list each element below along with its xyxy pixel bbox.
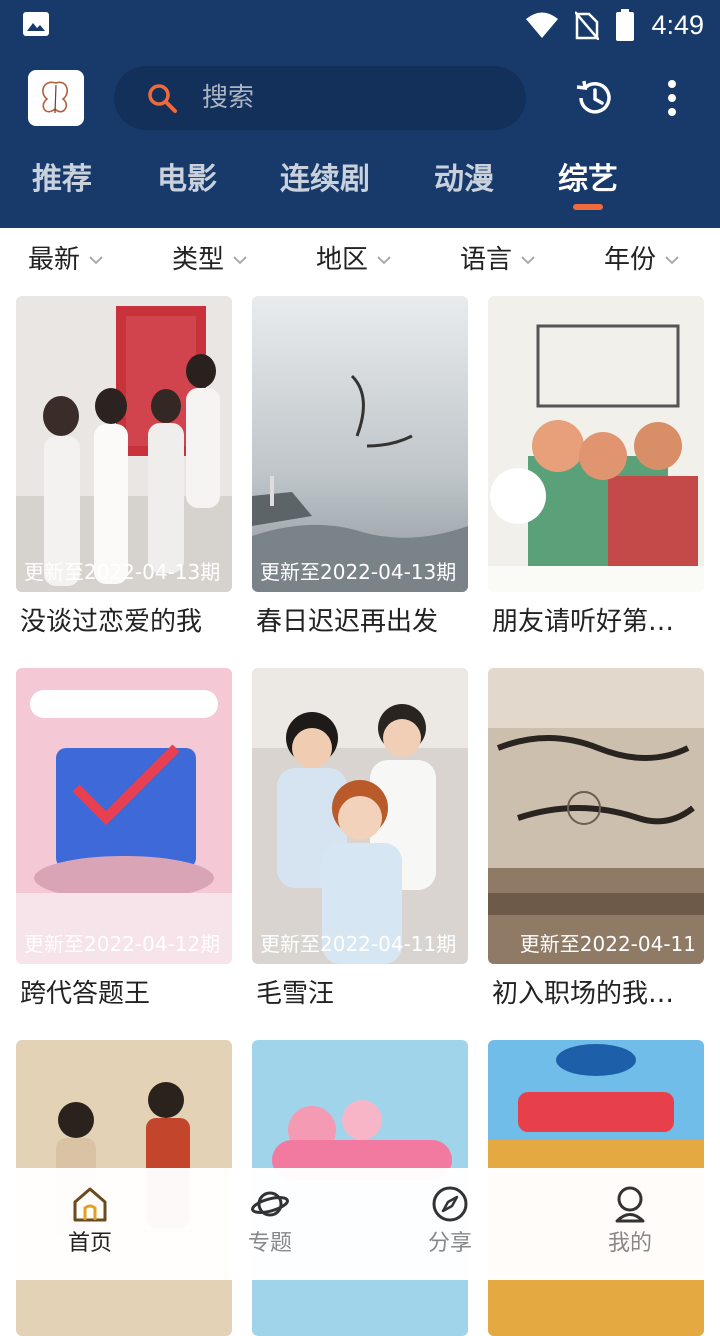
app-logo[interactable]: [28, 70, 84, 126]
poster-image: [488, 296, 704, 592]
search-icon: [148, 84, 177, 113]
nav-label: 我的: [607, 1231, 652, 1256]
search-bar[interactable]: 搜索: [114, 66, 526, 130]
app-header: 4:49 搜索 推荐 电影 连续剧 动漫 综艺: [0, 0, 720, 228]
filter-label: 类型: [172, 245, 225, 275]
show-card[interactable]: 更新至2022-04-12期 跨代答题王: [16, 668, 232, 1014]
chevron-down-icon: [233, 256, 247, 265]
filter-region[interactable]: 地区: [316, 242, 392, 278]
tab-series[interactable]: 连续剧: [280, 160, 370, 200]
bottom-navigation: 首页 专题 分享 我的: [0, 1168, 720, 1280]
nav-label: 分享: [427, 1231, 472, 1256]
butterfly-logo-icon: [42, 81, 68, 114]
show-poster[interactable]: [488, 296, 704, 592]
nav-home[interactable]: 首页: [30, 1184, 150, 1258]
planet-icon: [251, 1191, 289, 1217]
show-card[interactable]: 更新至2022-04-11期 毛雪汪: [252, 668, 468, 1014]
show-title: 春日迟迟再出发: [256, 607, 439, 637]
poster-image: [488, 668, 704, 964]
poster-image: [16, 296, 232, 592]
chevron-down-icon: [665, 256, 679, 265]
tab-variety[interactable]: 综艺: [558, 160, 618, 200]
chevron-down-icon: [377, 256, 391, 265]
poster-image: [252, 296, 468, 592]
show-poster[interactable]: 更新至2022-04-13期: [252, 296, 468, 592]
show-title: 朋友请听好第…: [492, 607, 675, 637]
poster-image: [16, 668, 232, 964]
category-tabs: 推荐 电影 连续剧 动漫 综艺: [0, 150, 720, 220]
show-poster[interactable]: 更新至2022-04-11: [488, 668, 704, 964]
show-title: 毛雪汪: [256, 979, 335, 1009]
filter-label: 地区: [316, 245, 369, 275]
profile-icon: [615, 1186, 645, 1223]
nav-share[interactable]: 分享: [390, 1184, 510, 1258]
update-badge: 更新至2022-04-12期: [24, 932, 221, 956]
filter-label: 年份: [604, 245, 657, 275]
tab-recommend[interactable]: 推荐: [32, 160, 92, 200]
show-card[interactable]: 更新至2022-04-11 初入职场的我…: [488, 668, 704, 1014]
update-badge: 更新至2022-04-13期: [260, 560, 457, 584]
show-card[interactable]: 更新至2022-04-13期 没谈过恋爱的我: [16, 296, 232, 642]
history-icon[interactable]: [574, 78, 614, 118]
show-poster[interactable]: 更新至2022-04-13期: [16, 296, 232, 592]
nav-topics[interactable]: 专题: [210, 1184, 330, 1258]
show-poster[interactable]: 更新至2022-04-11期: [252, 668, 468, 964]
show-card[interactable]: 朋友请听好第…: [488, 296, 704, 642]
show-title: 没谈过恋爱的我: [20, 607, 203, 637]
nav-label: 专题: [247, 1231, 292, 1256]
wifi-icon: [526, 12, 559, 38]
filter-language[interactable]: 语言: [460, 242, 536, 278]
image-notification-icon: [23, 12, 49, 36]
tab-anime[interactable]: 动漫: [434, 160, 494, 200]
show-card[interactable]: 更新至2022-04-13期 春日迟迟再出发: [252, 296, 468, 642]
more-options-icon[interactable]: [660, 78, 684, 118]
chevron-down-icon: [521, 256, 535, 265]
status-bar: 4:49: [0, 0, 720, 50]
search-placeholder: 搜索: [202, 83, 255, 113]
show-title: 跨代答题王: [20, 979, 151, 1009]
filter-bar: 最新 类型 地区 语言 年份: [0, 232, 720, 288]
compass-icon: [432, 1186, 468, 1222]
no-sim-icon: [575, 11, 600, 40]
poster-image: [252, 668, 468, 964]
battery-icon: [616, 9, 635, 41]
filter-type[interactable]: 类型: [172, 242, 248, 278]
filter-label: 语言: [460, 245, 513, 275]
nav-profile[interactable]: 我的: [570, 1184, 690, 1258]
home-icon: [73, 1187, 107, 1222]
filter-label: 最新: [28, 245, 81, 275]
filter-year[interactable]: 年份: [604, 242, 680, 278]
update-badge: 更新至2022-04-11期: [260, 932, 457, 956]
show-poster[interactable]: 更新至2022-04-12期: [16, 668, 232, 964]
tab-movies[interactable]: 电影: [157, 160, 217, 200]
update-badge: 更新至2022-04-13期: [24, 560, 221, 584]
show-title: 初入职场的我…: [492, 979, 675, 1009]
chevron-down-icon: [89, 256, 103, 265]
update-badge: 更新至2022-04-11: [519, 932, 696, 956]
nav-label: 首页: [67, 1231, 112, 1256]
status-time: 4:49: [651, 9, 704, 40]
filter-latest[interactable]: 最新: [28, 242, 104, 278]
active-tab-indicator: [573, 204, 603, 210]
update-badge: [488, 586, 704, 592]
